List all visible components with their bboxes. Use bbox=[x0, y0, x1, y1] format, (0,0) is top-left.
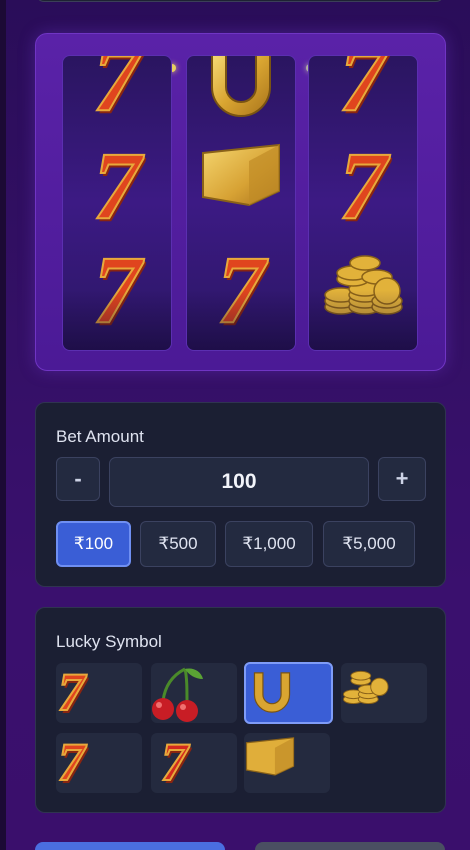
lucky-seven-tile[interactable]: 7 bbox=[56, 733, 142, 793]
bet-amount-input[interactable]: 100 bbox=[109, 457, 369, 507]
seven-symbol: 7 bbox=[160, 733, 189, 792]
horseshoe-icon bbox=[253, 672, 291, 713]
gold-coins-icon bbox=[309, 236, 417, 332]
bet-amount-title: Bet Amount bbox=[56, 427, 144, 446]
gold-bar-icon bbox=[245, 737, 295, 776]
chip-1000[interactable]: ₹1,000 bbox=[225, 521, 313, 567]
seven-symbol: 7 bbox=[338, 132, 388, 239]
lucky-seven-tile[interactable]: 7 bbox=[56, 663, 142, 723]
reel-3: 7 7 bbox=[308, 55, 418, 351]
horseshoe-icon bbox=[187, 56, 295, 134]
seven-symbol: 7 bbox=[216, 236, 266, 343]
chip-500[interactable]: ₹500 bbox=[140, 521, 216, 567]
left-edge bbox=[0, 0, 6, 850]
lucky-gold-bar-tile[interactable] bbox=[244, 733, 330, 793]
reel-2: 7 bbox=[186, 55, 296, 351]
gold-bar-icon bbox=[187, 128, 295, 224]
lucky-symbol-title: Lucky Symbol bbox=[56, 632, 162, 651]
lucky-symbol-panel: Lucky Symbol 7 7 7 bbox=[35, 607, 446, 813]
slot-machine: 7 7 7 7 7 7 bbox=[35, 33, 446, 371]
chip-100[interactable]: ₹100 bbox=[56, 521, 131, 567]
seven-symbol: 7 bbox=[92, 132, 142, 239]
gold-coins-icon bbox=[343, 670, 389, 705]
secondary-action-button[interactable] bbox=[255, 842, 445, 850]
chip-5000[interactable]: ₹5,000 bbox=[323, 521, 415, 567]
lucky-seven-tile[interactable]: 7 bbox=[151, 733, 237, 793]
lucky-gold-coins-tile[interactable] bbox=[341, 663, 427, 723]
decrease-bet-button[interactable]: - bbox=[56, 457, 100, 501]
seven-symbol: 7 bbox=[92, 236, 142, 343]
primary-action-button[interactable] bbox=[35, 842, 225, 850]
bet-amount-panel: Bet Amount - 100 + ₹100 ₹500 ₹1,000 ₹5,0… bbox=[35, 402, 446, 587]
seven-symbol: 7 bbox=[57, 663, 86, 722]
seven-symbol: 7 bbox=[57, 733, 86, 792]
top-panel-edge bbox=[36, 0, 444, 2]
lucky-horseshoe-tile[interactable] bbox=[244, 662, 333, 724]
reel-1: 7 7 7 bbox=[62, 55, 172, 351]
cherries-icon bbox=[152, 667, 203, 722]
seven-symbol: 7 bbox=[338, 55, 388, 131]
increase-bet-button[interactable]: + bbox=[378, 457, 426, 501]
lucky-cherries-tile[interactable] bbox=[151, 663, 237, 723]
seven-symbol: 7 bbox=[92, 55, 142, 131]
